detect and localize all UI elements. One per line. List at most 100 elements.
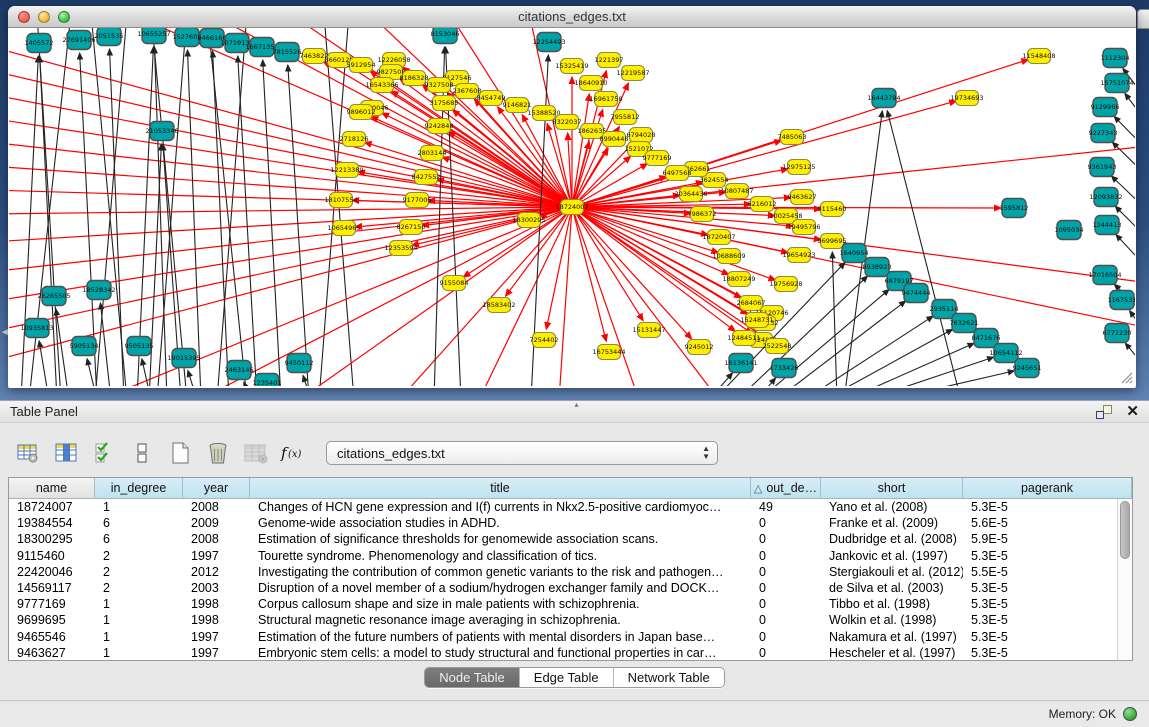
cell-title[interactable]: Estimation of significance thresholds fo… [250, 532, 751, 546]
cell-short[interactable]: Yano et al. (2008) [821, 500, 963, 514]
cell-in_degree[interactable]: 1 [95, 630, 183, 644]
table-row[interactable]: 969969511998Structural magnetic resonanc… [9, 612, 1117, 628]
cell-pagerank[interactable]: 5.3E-5 [963, 597, 1117, 611]
memory-status-indicator[interactable] [1123, 707, 1137, 721]
graph-edge[interactable] [479, 207, 572, 386]
cell-pagerank[interactable]: 5.3E-5 [963, 549, 1117, 563]
graph-edge[interactable] [157, 28, 187, 386]
graph-edge[interactable] [572, 207, 692, 339]
cell-name[interactable]: 9115460 [9, 549, 95, 563]
column-header-pagerank[interactable]: pagerank [963, 478, 1132, 499]
tab-node-table[interactable]: Node Table [425, 668, 520, 687]
graph-edge[interactable] [1116, 235, 1135, 270]
select-columns-check-icon[interactable] [88, 439, 120, 467]
graph-edge[interactable] [263, 60, 281, 386]
cell-short[interactable]: Dudbridge et al. (2008) [821, 532, 963, 546]
network-canvas[interactable]: 1872400712226058982750881863288127546932… [9, 28, 1135, 386]
cell-year[interactable]: 1997 [183, 630, 250, 644]
table-row[interactable]: 1456911722003Disruption of a novel membe… [9, 580, 1117, 596]
cell-short[interactable]: Wolkin et al. (1998) [821, 613, 963, 627]
cell-year[interactable]: 2009 [183, 516, 250, 530]
cell-short[interactable]: Hescheler et al. (1997) [821, 646, 963, 660]
graph-edge[interactable] [1125, 93, 1135, 128]
graph-edge[interactable] [559, 207, 572, 386]
cell-in_degree[interactable]: 2 [95, 549, 183, 563]
graph-edge[interactable] [217, 28, 247, 386]
window-titlebar[interactable]: citations_edges.txt [8, 6, 1136, 28]
cell-name[interactable]: 9463627 [9, 646, 95, 660]
float-panel-icon[interactable] [1096, 405, 1112, 419]
column-header-year[interactable]: year [183, 478, 250, 499]
cell-out_degree[interactable]: 0 [751, 581, 821, 595]
cell-pagerank[interactable]: 5.3E-5 [963, 500, 1117, 514]
cell-year[interactable]: 1997 [183, 549, 250, 563]
graph-edge[interactable] [9, 207, 572, 272]
table-row[interactable]: 1830029562008Estimation of significance … [9, 531, 1117, 547]
graph-edge[interactable] [154, 47, 167, 386]
graph-edge[interactable] [188, 370, 197, 386]
column-header-in_degree[interactable]: in_degree [95, 478, 183, 499]
cell-pagerank[interactable]: 5.3E-5 [963, 630, 1117, 644]
table-row[interactable]: 977716911998Corpus callosum shape and si… [9, 596, 1117, 612]
graph-edge[interactable] [846, 343, 974, 386]
cell-name[interactable]: 9699695 [9, 613, 95, 627]
graph-edge[interactable] [100, 303, 111, 386]
cell-year[interactable]: 2003 [183, 581, 250, 595]
cell-name[interactable]: 19384554 [9, 516, 95, 530]
cell-out_degree[interactable]: 0 [751, 613, 821, 627]
cell-short[interactable]: Jankovic et al. (1997) [821, 549, 963, 563]
table-row[interactable]: 946362711997Embryonic stem cells: a mode… [9, 645, 1117, 660]
graph-edge[interactable] [137, 47, 153, 386]
cell-pagerank[interactable]: 5.6E-5 [963, 516, 1117, 530]
cell-title[interactable]: Estimation of the future numbers of pati… [250, 630, 751, 644]
cell-out_degree[interactable]: 0 [751, 646, 821, 660]
cell-name[interactable]: 9777169 [9, 597, 95, 611]
table-select-dropdown[interactable]: citations_edges.txt ▲▼ [326, 441, 718, 465]
column-header-short[interactable]: short [821, 478, 963, 499]
cell-out_degree[interactable]: 49 [751, 500, 821, 514]
cell-name[interactable]: 14569117 [9, 581, 95, 595]
cell-year[interactable]: 1997 [183, 646, 250, 660]
cell-in_degree[interactable]: 6 [95, 516, 183, 530]
close-panel-icon[interactable]: ✕ [1126, 404, 1139, 419]
cell-in_degree[interactable]: 1 [95, 500, 183, 514]
cell-name[interactable]: 22420046 [9, 565, 95, 579]
cell-title[interactable]: Structural magnetic resonance image aver… [250, 613, 751, 627]
delete-trash-icon[interactable] [202, 439, 234, 467]
table-settings-icon[interactable] [12, 439, 44, 467]
graph-edge[interactable] [288, 65, 309, 386]
cell-out_degree[interactable]: 0 [751, 565, 821, 579]
cell-short[interactable]: Stergiakouli et al. (2012) [821, 565, 963, 579]
table-row[interactable]: 911546021997Tourette syndrome. Phenomeno… [9, 548, 1117, 564]
tab-network-table[interactable]: Network Table [614, 668, 724, 687]
graph-edge[interactable] [9, 207, 572, 214]
cell-in_degree[interactable]: 2 [95, 581, 183, 595]
cell-pagerank[interactable]: 5.3E-5 [963, 581, 1117, 595]
cell-year[interactable]: 1998 [183, 597, 250, 611]
cell-title[interactable]: Changes of HCN gene expression and I(f) … [250, 500, 751, 514]
cell-in_degree[interactable]: 1 [95, 646, 183, 660]
cell-pagerank[interactable]: 5.5E-5 [963, 565, 1117, 579]
cell-out_degree[interactable]: 0 [751, 630, 821, 644]
cell-short[interactable]: Franke et al. (2009) [821, 516, 963, 530]
cell-in_degree[interactable]: 1 [95, 613, 183, 627]
cell-year[interactable]: 1998 [183, 613, 250, 627]
cell-title[interactable]: Disruption of a novel member of a sodium… [250, 581, 751, 595]
table-row[interactable]: 2242004622012Investigating the contribut… [9, 564, 1117, 580]
graph-edge[interactable] [757, 378, 776, 386]
cell-name[interactable]: 18724007 [9, 500, 95, 514]
cell-title[interactable]: Embryonic stem cells: a model to study s… [250, 646, 751, 660]
cell-short[interactable]: Nakamura et al. (1997) [821, 630, 963, 644]
graph-edge[interactable] [866, 357, 994, 386]
cell-title[interactable]: Investigating the contribution of common… [250, 565, 751, 579]
table-row[interactable]: 1872400712008Changes of HCN gene express… [9, 499, 1117, 515]
cell-in_degree[interactable]: 2 [95, 565, 183, 579]
cell-in_degree[interactable]: 6 [95, 532, 183, 546]
table-row[interactable]: 1938455462009Genome-wide association stu… [9, 515, 1117, 531]
column-header-title[interactable]: title [250, 478, 751, 499]
cell-in_degree[interactable]: 1 [95, 597, 183, 611]
cell-pagerank[interactable]: 5.3E-5 [963, 646, 1117, 660]
cell-short[interactable]: de Silva et al. (2003) [821, 581, 963, 595]
cell-pagerank[interactable]: 5.3E-5 [963, 613, 1117, 627]
graph-edge[interactable] [188, 50, 201, 386]
